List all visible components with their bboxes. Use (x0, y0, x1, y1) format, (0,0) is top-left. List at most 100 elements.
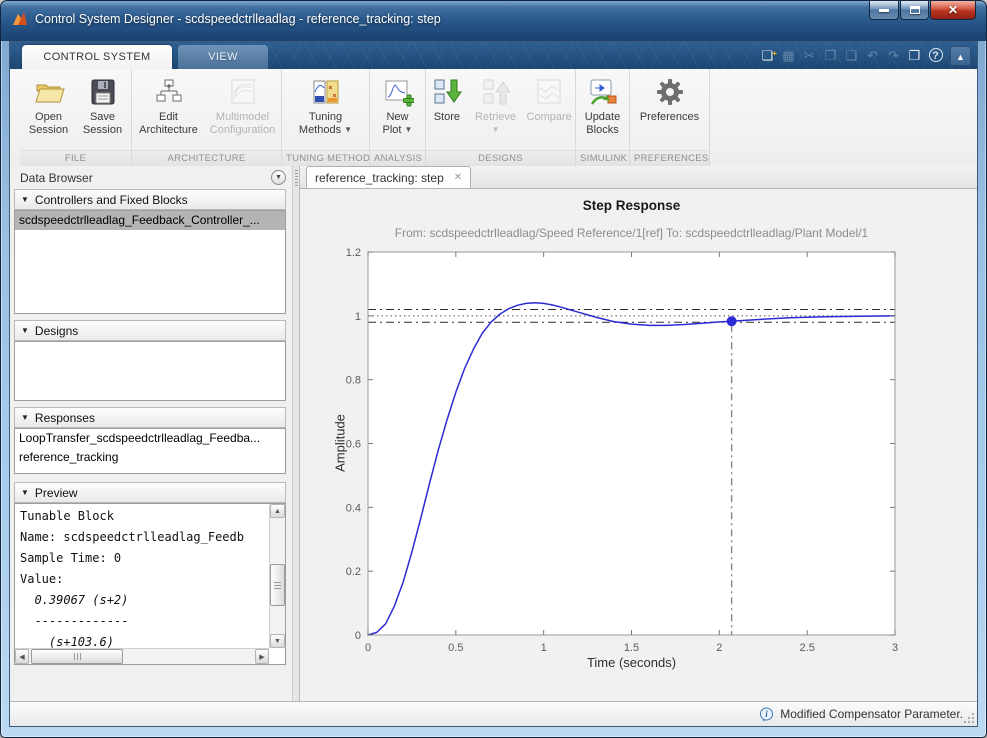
scroll-left-icon[interactable]: ◀ (15, 649, 29, 664)
retrieve-button[interactable]: Retrieve ▼ (468, 74, 524, 150)
maximize-button[interactable] (900, 1, 929, 20)
preferences-button[interactable]: Preferences (634, 74, 706, 150)
list-item[interactable]: reference_tracking (15, 448, 285, 467)
block-diagram-icon (153, 76, 185, 108)
paste-icon[interactable]: ❑ (841, 46, 862, 66)
tab-close-icon[interactable]: ✕ (454, 172, 462, 183)
tab-view[interactable]: VIEW (178, 45, 268, 69)
floppy-disk-icon (87, 76, 119, 108)
store-button[interactable]: Store (426, 74, 468, 150)
save-session-button[interactable]: Save Session (76, 74, 130, 150)
svg-text:0.6: 0.6 (346, 439, 361, 451)
svg-text:1: 1 (541, 642, 547, 654)
section-responses-header[interactable]: ▼ Responses (14, 407, 286, 428)
cut-icon[interactable]: ✂ (799, 46, 820, 66)
tuning-methods-icon (310, 76, 342, 108)
open-folder-icon (33, 76, 65, 108)
group-designs: Store Retrieve ▼ Compare DESIGNS (426, 69, 576, 166)
preview-line: Value: (20, 572, 64, 586)
svg-text:2: 2 (716, 642, 722, 654)
multimodel-configuration-button[interactable]: Multimodel Configuration (205, 74, 281, 150)
multimodel-plot-icon (227, 76, 259, 108)
group-label-file: FILE (20, 150, 131, 166)
list-item[interactable]: LoopTransfer_scdspeedctrlleadlag_Feedba.… (15, 429, 285, 448)
ribbon-tabstrip: CONTROL SYSTEM VIEW ❏ + ▦ ✂ ❐ ❑ ↶ ↷ ❒ ? ▲ (10, 42, 977, 69)
collapse-triangle-icon: ▼ (21, 413, 29, 422)
ribbon: CONTROL SYSTEM VIEW ❏ + ▦ ✂ ❐ ❑ ↶ ↷ ❒ ? ▲ (10, 42, 977, 166)
svg-text:3: 3 (892, 642, 898, 654)
tab-control-system[interactable]: CONTROL SYSTEM (22, 45, 172, 69)
resize-grip[interactable] (963, 712, 975, 724)
gear-icon (654, 76, 686, 108)
update-blocks-button[interactable]: Update Blocks (578, 74, 628, 150)
preview-pane: Tunable Block Name: scdspeedctrlleadlag_… (14, 503, 286, 665)
minimize-icon (879, 8, 889, 12)
preview-line: ------------- (20, 614, 129, 628)
window-layout-icon[interactable]: ❒ (904, 46, 925, 66)
step-response-plot[interactable]: 0 0.5 1 1.5 2 2.5 3 0 0.2 0.4 0.6 0.8 1 1.2 (300, 189, 981, 703)
group-label-designs: DESIGNS (426, 150, 575, 166)
group-label-preferences: PREFERENCES (630, 150, 709, 166)
help-icon[interactable]: ? (925, 46, 946, 66)
controllers-list: scdspeedctrlleadlag_Feedback_Controller_… (14, 210, 286, 314)
section-controllers-header[interactable]: ▼ Controllers and Fixed Blocks (14, 189, 286, 210)
ribbon-filler (710, 69, 977, 166)
list-item[interactable]: scdspeedctrlleadlag_Feedback_Controller_… (15, 211, 285, 230)
svg-text:2.5: 2.5 (800, 642, 815, 654)
new-plot-icon (382, 76, 415, 108)
tab-reference-tracking-step[interactable]: reference_tracking: step ✕ (306, 166, 472, 188)
minimize-button[interactable] (869, 1, 899, 20)
new-figure-icon[interactable]: ❏ + (757, 46, 778, 66)
close-button[interactable]: ✕ (930, 1, 976, 20)
collapse-triangle-icon: ▼ (21, 326, 29, 335)
scrollbar-thumb[interactable] (31, 649, 123, 664)
document-tab-label: reference_tracking: step (315, 170, 444, 185)
save-icon[interactable]: ▦ (778, 46, 799, 66)
scrollbar-thumb[interactable] (270, 564, 285, 606)
scroll-right-icon[interactable]: ▶ (255, 649, 269, 664)
panel-splitter[interactable] (292, 166, 300, 701)
svg-text:1.5: 1.5 (624, 642, 639, 654)
maximize-icon (909, 6, 920, 14)
data-browser-panel: Data Browser ▼ ▼ Controllers and Fixed B… (10, 166, 292, 701)
preview-line: Tunable Block (20, 509, 114, 523)
undo-icon[interactable]: ↶ (862, 46, 883, 66)
group-tuning-methods: Tuning Methods ▼ TUNING METHODS (282, 69, 376, 166)
scroll-up-icon[interactable]: ▲ (270, 504, 285, 518)
section-preview-header[interactable]: ▼ Preview (14, 482, 286, 503)
edit-architecture-button[interactable]: Edit Architecture (133, 74, 205, 150)
tuning-methods-button[interactable]: Tuning Methods ▼ (289, 74, 363, 150)
compare-icon (533, 76, 565, 108)
quick-access-toolbar: ❏ + ▦ ✂ ❐ ❑ ↶ ↷ ❒ ? ▲ (757, 45, 971, 66)
group-label-simulink: SIMULINK (576, 150, 629, 166)
copy-icon[interactable]: ❐ (820, 46, 841, 66)
scroll-down-icon[interactable]: ▼ (270, 634, 285, 648)
group-label-tuning-methods: TUNING METHODS (282, 150, 376, 166)
svg-text:0.8: 0.8 (346, 375, 361, 387)
vertical-scrollbar[interactable]: ▲ ▼ (269, 504, 285, 648)
compare-button[interactable]: Compare (523, 74, 575, 150)
dropdown-arrow-icon: ▼ (344, 124, 353, 134)
app-frame: CONTROL SYSTEM VIEW ❏ + ▦ ✂ ❐ ❑ ↶ ↷ ❒ ? ▲ (9, 41, 978, 727)
matlab-logo-icon (13, 12, 27, 25)
redo-icon[interactable]: ↷ (883, 46, 904, 66)
x-axis-label: Time (seconds) (586, 655, 677, 670)
horizontal-scrollbar[interactable]: ◀ ▶ (15, 648, 269, 664)
open-session-button[interactable]: Open Session (22, 74, 76, 150)
status-bar: i Modified Compensator Parameter. (10, 701, 977, 726)
titlebar[interactable]: Control System Designer - scdspeedctrlle… (1, 1, 986, 41)
step-response-figure: 0 0.5 1 1.5 2 2.5 3 0 0.2 0.4 0.6 0.8 1 1.2 Step Resp… (300, 189, 977, 701)
ribbon-body: Open Session Save Session FILE Edit Arch… (10, 69, 977, 166)
new-plot-button[interactable]: New Plot ▼ (372, 74, 424, 150)
svg-text:0.2: 0.2 (346, 566, 361, 578)
minimize-ribbon-icon[interactable]: ▲ (950, 45, 971, 66)
section-designs-header[interactable]: ▼ Designs (14, 320, 286, 341)
dropdown-arrow-icon: ▼ (491, 124, 500, 134)
group-analysis: New Plot ▼ ANALYSIS (370, 69, 426, 166)
group-label-analysis: ANALYSIS (370, 150, 425, 166)
y-axis-label: Amplitude (332, 414, 348, 472)
panel-menu-button[interactable]: ▼ (271, 170, 286, 185)
collapse-triangle-icon: ▼ (21, 488, 29, 497)
group-simulink: Update Blocks SIMULINK (576, 69, 630, 166)
window-title: Control System Designer - scdspeedctrlle… (35, 12, 441, 26)
